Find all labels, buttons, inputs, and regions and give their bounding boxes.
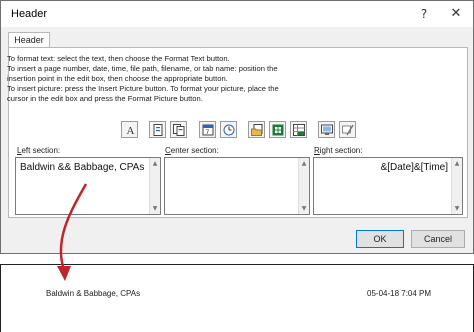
left-section-text: Baldwin && Babbage, CPAs <box>20 162 145 173</box>
svg-text:A: A <box>127 125 135 136</box>
preview-right-text: 05-04-18 7:04 PM <box>367 289 432 298</box>
insert-file-path-icon <box>251 124 263 136</box>
insert-page-number-button[interactable] <box>149 121 166 138</box>
insert-time-icon <box>223 124 235 136</box>
insert-page-number-icon <box>153 124 163 136</box>
right-section-text: &[Date]&[Time] <box>380 162 448 173</box>
scroll-up-icon[interactable]: ▲ <box>453 159 461 168</box>
insert-date-button[interactable]: 7 <box>199 121 216 138</box>
title-bar: Header ? ✕ <box>1 1 473 27</box>
ok-button[interactable]: OK <box>356 230 404 248</box>
insert-file-name-icon <box>272 124 284 136</box>
left-section-edit[interactable]: Baldwin && Babbage, CPAs ▲ ▼ <box>15 157 161 215</box>
insert-date-icon: 7 <box>202 124 214 136</box>
right-section-edit[interactable]: &[Date]&[Time] ▲ ▼ <box>313 157 463 215</box>
insert-time-button[interactable] <box>220 121 237 138</box>
preview-left-text: Baldwin & Babbage, CPAs <box>46 289 141 298</box>
insert-file-name-button[interactable] <box>269 121 286 138</box>
page-header-preview: Baldwin & Babbage, CPAs 05-04-18 7:04 PM <box>0 264 474 332</box>
insert-sheet-name-button[interactable] <box>290 121 307 138</box>
scroll-down-icon[interactable]: ▼ <box>453 204 461 213</box>
scroll-up-icon[interactable]: ▲ <box>300 159 308 168</box>
insert-number-of-pages-button[interactable] <box>170 121 187 138</box>
right-section-scrollbar[interactable]: ▲ ▼ <box>451 158 462 214</box>
insert-number-of-pages-icon <box>173 124 185 136</box>
scroll-up-icon[interactable]: ▲ <box>151 159 159 168</box>
format-picture-icon <box>342 124 354 136</box>
scroll-down-icon[interactable]: ▼ <box>300 204 308 213</box>
center-section-edit[interactable]: ▲ ▼ <box>164 157 310 215</box>
format-text-icon: A <box>127 125 135 136</box>
scroll-down-icon[interactable]: ▼ <box>151 204 159 213</box>
dialog-title: Header <box>11 8 48 20</box>
right-section-label: Right section: <box>314 146 363 155</box>
left-section-label: Left section: <box>17 146 61 155</box>
close-button[interactable]: ✕ <box>445 4 467 24</box>
insert-sheet-name-icon <box>293 124 305 136</box>
center-section-scrollbar[interactable]: ▲ ▼ <box>298 158 309 214</box>
cancel-button[interactable]: Cancel <box>411 230 465 248</box>
header-dialog: Header ? ✕ Header To format text: select… <box>0 0 474 254</box>
format-text-button[interactable]: A <box>121 121 138 138</box>
insert-picture-icon <box>321 124 333 135</box>
instruction-line: cursor in the edit box and press the For… <box>7 94 203 103</box>
insert-file-path-button[interactable] <box>248 121 265 138</box>
insert-picture-button[interactable] <box>318 121 335 138</box>
format-picture-button[interactable] <box>339 121 356 138</box>
tab-header[interactable]: Header <box>8 32 50 48</box>
center-section-label: Center section: <box>165 146 219 155</box>
left-section-scrollbar[interactable]: ▲ ▼ <box>149 158 160 214</box>
svg-text:7: 7 <box>206 129 210 136</box>
help-button[interactable]: ? <box>413 4 435 24</box>
